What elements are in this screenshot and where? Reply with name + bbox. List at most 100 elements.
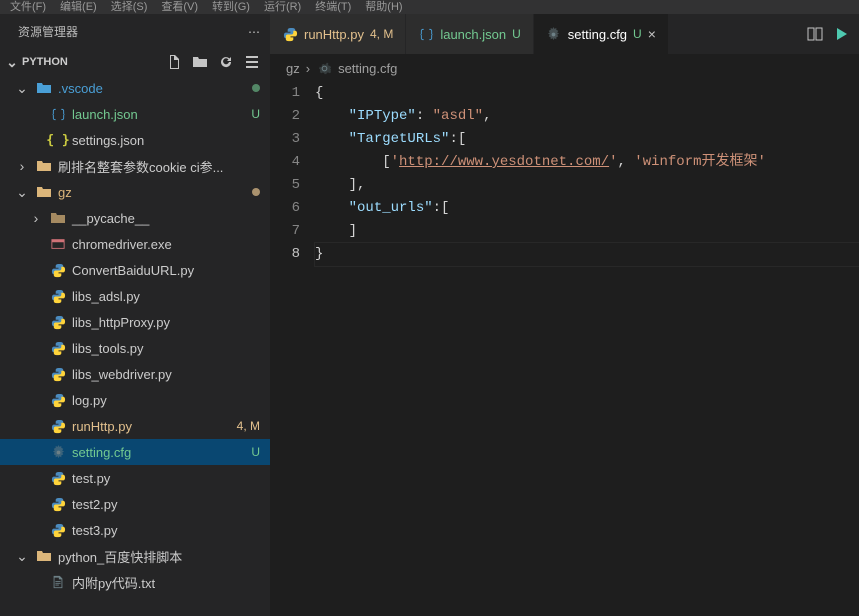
menu-item[interactable]: 终端(T) bbox=[315, 0, 351, 14]
menu-item[interactable]: 查看(V) bbox=[161, 0, 198, 14]
tree-file[interactable]: test2.py bbox=[0, 491, 270, 517]
breadcrumbs[interactable]: gz › setting.cfg bbox=[270, 54, 859, 82]
modified-dot bbox=[252, 84, 260, 92]
tree-item-label: test2.py bbox=[72, 497, 118, 512]
line-number: 7 bbox=[270, 220, 300, 243]
code-editor[interactable]: 12345678 { "IPType": "asdl", "TargetURLs… bbox=[270, 82, 859, 616]
tab[interactable]: launch.jsonU bbox=[406, 14, 533, 54]
gear-icon bbox=[316, 60, 332, 76]
tab[interactable]: runHttp.py4, M bbox=[270, 14, 406, 54]
code-line[interactable]: "TargetURLs":[ bbox=[315, 128, 859, 151]
refresh-icon[interactable] bbox=[218, 54, 234, 70]
folder-icon bbox=[36, 184, 52, 200]
tree-file[interactable]: { } settings.json bbox=[0, 127, 270, 153]
tree-item-label: settings.json bbox=[72, 133, 144, 148]
tree-file[interactable]: ConvertBaiduURL.py bbox=[0, 257, 270, 283]
line-number: 2 bbox=[270, 105, 300, 128]
sidebar-header: 资源管理器 ⋯ bbox=[0, 14, 270, 49]
exe-icon bbox=[50, 236, 66, 252]
file-icon bbox=[50, 574, 66, 590]
code-line[interactable]: { bbox=[315, 82, 859, 105]
tree-file[interactable]: libs_tools.py bbox=[0, 335, 270, 361]
tab[interactable]: setting.cfgU× bbox=[534, 14, 669, 54]
tree-file[interactable]: chromedriver.exe bbox=[0, 231, 270, 257]
python-icon bbox=[50, 418, 66, 434]
code-line[interactable]: "IPType": "asdl", bbox=[315, 105, 859, 128]
json-icon: { } bbox=[50, 132, 66, 148]
breadcrumb-sep: › bbox=[306, 61, 310, 76]
tree-item-label: 刷排名整套参数cookie ci参... bbox=[58, 157, 223, 176]
new-file-icon[interactable] bbox=[166, 54, 182, 70]
line-number: 8 bbox=[270, 243, 300, 266]
python-icon bbox=[50, 288, 66, 304]
code-content[interactable]: { "IPType": "asdl", "TargetURLs":[ ['htt… bbox=[315, 82, 859, 616]
menu-item[interactable]: 帮助(H) bbox=[365, 0, 402, 14]
tree-file[interactable]: test.py bbox=[0, 465, 270, 491]
tabs: runHttp.py4, Mlaunch.jsonUsetting.cfgU× bbox=[270, 14, 859, 54]
chevron-down-icon: ⌄ bbox=[4, 54, 20, 70]
tree-file[interactable]: runHttp.py4, M bbox=[0, 413, 270, 439]
tree-item-label: test3.py bbox=[72, 523, 118, 538]
folder-icon bbox=[50, 210, 66, 226]
code-line[interactable]: ] bbox=[315, 220, 859, 243]
menu-item[interactable]: 文件(F) bbox=[10, 0, 46, 14]
folder-icon bbox=[36, 548, 52, 564]
tree-file[interactable]: launch.json U bbox=[0, 101, 270, 127]
menu-item[interactable]: 选择(S) bbox=[111, 0, 148, 14]
code-line[interactable]: ], bbox=[315, 174, 859, 197]
python-icon bbox=[50, 314, 66, 330]
python-icon bbox=[50, 366, 66, 382]
editor-toolbar bbox=[797, 14, 859, 54]
tree-item-label: launch.json bbox=[72, 107, 138, 122]
code-line[interactable]: ['http://www.yesdotnet.com/', 'winform开发… bbox=[315, 151, 859, 174]
tree-item-label: 内附py代码.txt bbox=[72, 573, 155, 592]
tree-file[interactable]: libs_httpProxy.py bbox=[0, 309, 270, 335]
python-icon bbox=[50, 470, 66, 486]
new-folder-icon[interactable] bbox=[192, 54, 208, 70]
line-number: 3 bbox=[270, 128, 300, 151]
tab-status: U bbox=[512, 27, 521, 41]
tree-folder[interactable]: ⌄python_百度快排脚本 bbox=[0, 543, 270, 569]
python-icon bbox=[282, 26, 298, 42]
run-icon[interactable] bbox=[833, 26, 849, 42]
menubar[interactable]: 文件(F) 编辑(E) 选择(S) 查看(V) 转到(G) 运行(R) 终端(T) 帮助(H) bbox=[0, 0, 859, 14]
collapse-icon[interactable] bbox=[244, 54, 260, 70]
tree-folder[interactable]: ⌄gz bbox=[0, 179, 270, 205]
tree-folder[interactable]: ›__pycache__ bbox=[0, 205, 270, 231]
line-number: 6 bbox=[270, 197, 300, 220]
split-icon[interactable] bbox=[807, 26, 823, 42]
git-status-badge: U bbox=[251, 107, 260, 121]
chevron-right-icon: › bbox=[28, 210, 44, 226]
close-icon[interactable]: × bbox=[648, 26, 656, 42]
tree-file[interactable]: libs_webdriver.py bbox=[0, 361, 270, 387]
main: 资源管理器 ⋯ ⌄ PYTHON ⌄.vscode launch.json U { }… bbox=[0, 14, 859, 616]
tree-file[interactable]: test3.py bbox=[0, 517, 270, 543]
code-line[interactable]: "out_urls":[ bbox=[315, 197, 859, 220]
file-tree: ⌄.vscode launch.json U { } settings.json › 刷排名… bbox=[0, 75, 270, 616]
tree-folder[interactable]: ⌄.vscode bbox=[0, 75, 270, 101]
line-number: 5 bbox=[270, 174, 300, 197]
tree-file[interactable]: log.py bbox=[0, 387, 270, 413]
chevron-right-icon: › bbox=[14, 158, 30, 174]
editor-area: runHttp.py4, Mlaunch.jsonUsetting.cfgU× … bbox=[270, 14, 859, 616]
sidebar-section[interactable]: ⌄ PYTHON bbox=[0, 49, 270, 75]
menu-item[interactable]: 转到(G) bbox=[212, 0, 250, 14]
git-status-badge: 4, M bbox=[237, 419, 260, 433]
tree-file[interactable]: libs_adsl.py bbox=[0, 283, 270, 309]
tree-item-label: ConvertBaiduURL.py bbox=[72, 263, 194, 278]
breadcrumb-folder[interactable]: gz bbox=[286, 61, 300, 76]
tree-file[interactable]: setting.cfgU bbox=[0, 439, 270, 465]
breadcrumb-file[interactable]: setting.cfg bbox=[338, 61, 397, 76]
tree-file[interactable]: 内附py代码.txt bbox=[0, 569, 270, 595]
tree-folder[interactable]: › 刷排名整套参数cookie ci参... bbox=[0, 153, 270, 179]
folder-icon bbox=[36, 158, 52, 174]
menu-item[interactable]: 编辑(E) bbox=[60, 0, 97, 14]
tab-status: 4, M bbox=[370, 27, 393, 41]
python-icon bbox=[50, 522, 66, 538]
chevron-down-icon: ⌄ bbox=[14, 80, 30, 96]
menu-item[interactable]: 运行(R) bbox=[264, 0, 301, 14]
code-line[interactable]: } bbox=[315, 243, 859, 266]
gear-icon bbox=[50, 444, 66, 460]
tab-label: setting.cfg bbox=[568, 27, 627, 42]
sidebar-more-icon[interactable]: ⋯ bbox=[248, 25, 260, 39]
